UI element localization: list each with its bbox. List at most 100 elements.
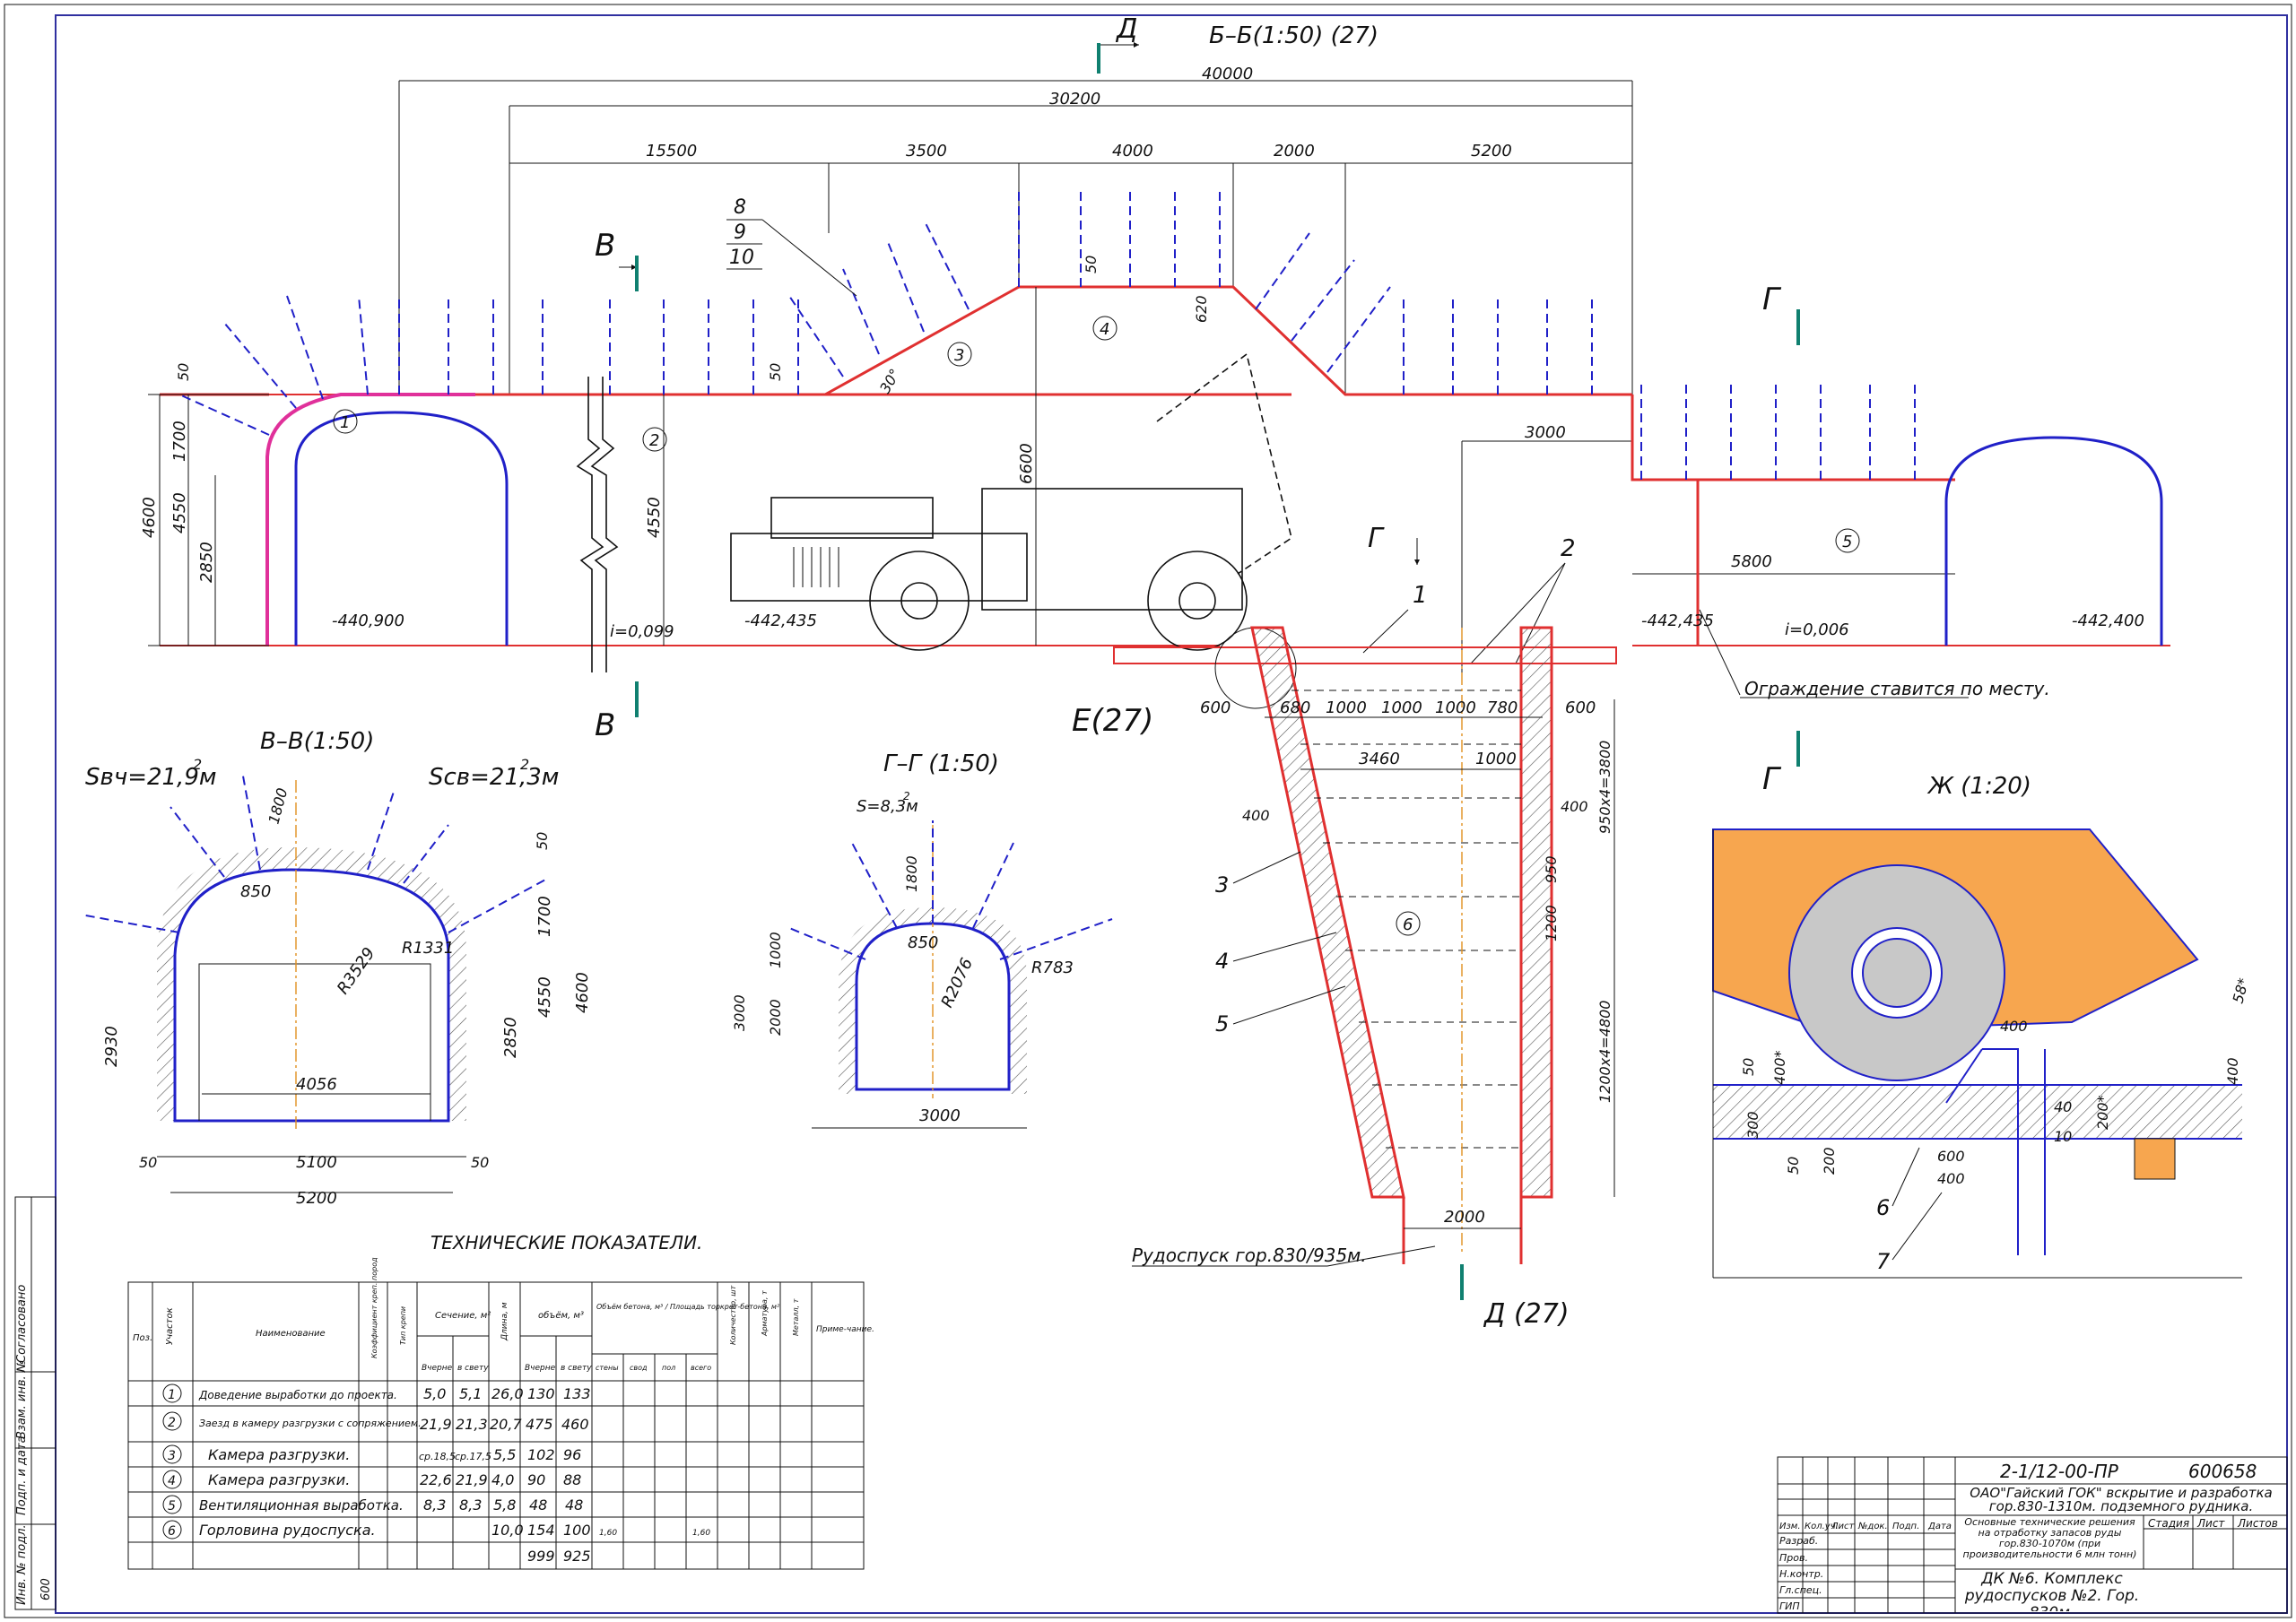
svg-text:200: 200 bbox=[1821, 1147, 1838, 1175]
svg-text:Вчерне: Вчерне bbox=[422, 1364, 453, 1373]
callout-1: 1 bbox=[1413, 582, 1428, 609]
elev-mid: -442,435 bbox=[744, 612, 817, 630]
svg-text:R2076: R2076 bbox=[937, 955, 977, 1010]
svg-text:300: 300 bbox=[1744, 1111, 1761, 1139]
section-vv: В–В(1:50) Sвч=21,9м 2 Sсв=21,3м 2 850 R3… bbox=[80, 728, 592, 1208]
mark-v-top: В bbox=[595, 228, 615, 264]
svg-text:1800: 1800 bbox=[903, 855, 920, 892]
s-clear: Sсв=21,3м bbox=[429, 764, 559, 791]
svg-text:400: 400 bbox=[2224, 1057, 2241, 1085]
svg-text:600: 600 bbox=[1200, 698, 1231, 717]
svg-text:3: 3 bbox=[954, 346, 964, 365]
dim-50-c: 50 bbox=[1083, 256, 1100, 273]
svg-text:в свету: в свету bbox=[561, 1364, 592, 1373]
ore-pass-section: 600 680 1000 1000 1000 780 600 3460 1000… bbox=[1132, 626, 1615, 1330]
svg-text:Длина, м: Длина, м bbox=[500, 1302, 509, 1341]
svg-text:21,9: 21,9 bbox=[456, 1471, 488, 1488]
svg-text:8,3: 8,3 bbox=[423, 1496, 446, 1514]
svg-text:2: 2 bbox=[903, 790, 910, 802]
svg-text:3: 3 bbox=[168, 1449, 176, 1463]
elev-right1: -442,435 bbox=[1641, 612, 1714, 630]
elev-left: -440,900 bbox=[332, 612, 404, 630]
svg-text:5100: 5100 bbox=[296, 1153, 337, 1172]
svg-text:3460: 3460 bbox=[1359, 750, 1400, 768]
ore-pass-note: Рудоспуск гор.830/935м. bbox=[1132, 1245, 1367, 1266]
svg-text:1800: 1800 bbox=[265, 786, 291, 826]
svg-text:3000: 3000 bbox=[919, 1106, 961, 1125]
svg-text:600: 600 bbox=[1565, 698, 1596, 717]
svg-text:200*: 200* bbox=[2094, 1095, 2111, 1130]
svg-text:600: 600 bbox=[1937, 1148, 1965, 1165]
svg-text:90: 90 bbox=[527, 1471, 545, 1488]
svg-text:50: 50 bbox=[534, 832, 551, 850]
leader-6: 6 bbox=[1876, 1195, 1890, 1220]
svg-text:Горловина рудоспуска.: Горловина рудоспуска. bbox=[199, 1522, 376, 1539]
elev-right2: -442,400 bbox=[2072, 612, 2144, 630]
svg-text:Камера разгрузки.: Камера разгрузки. bbox=[208, 1471, 350, 1488]
svg-text:Гл.спец.: Гл.спец. bbox=[1779, 1584, 1822, 1596]
svg-text:2: 2 bbox=[649, 431, 659, 450]
leader-7: 7 bbox=[1876, 1249, 1891, 1274]
tech-table: ТЕХНИЧЕСКИЕ ПОКАЗАТЕЛИ. Поз. Участок Наи… bbox=[127, 1232, 874, 1570]
svg-text:Вчерне: Вчерне bbox=[525, 1364, 556, 1373]
svg-text:925: 925 bbox=[563, 1548, 591, 1565]
svg-text:Разраб.: Разраб. bbox=[1779, 1535, 1818, 1547]
mark-zh: Е(27) bbox=[1072, 703, 1153, 739]
svg-text:50: 50 bbox=[1740, 1058, 1757, 1076]
rock-bolts bbox=[178, 188, 1916, 480]
svg-text:5,8: 5,8 bbox=[493, 1496, 516, 1514]
svg-text:Арматура, т: Арматура, т bbox=[761, 1290, 769, 1337]
svg-text:ср.17,5: ср.17,5 bbox=[455, 1451, 491, 1462]
dim-4800: 1200x4=4800 bbox=[1596, 1001, 1613, 1104]
leader-5: 5 bbox=[1215, 1011, 1229, 1037]
svg-text:4,0: 4,0 bbox=[491, 1471, 514, 1488]
dim-5200: 5200 bbox=[1471, 142, 1512, 160]
cut-mark-d-bottom: Д (27) bbox=[1483, 1298, 1570, 1330]
dim-1200: 1200 bbox=[1543, 905, 1560, 941]
svg-text:5,0: 5,0 bbox=[423, 1385, 446, 1402]
svg-text:Сечение, м²: Сечение, м² bbox=[435, 1311, 491, 1321]
svg-text:8,3: 8,3 bbox=[459, 1496, 482, 1514]
svg-text:1000: 1000 bbox=[1326, 698, 1367, 717]
svg-text:780: 780 bbox=[1487, 698, 1518, 717]
svg-text:50: 50 bbox=[139, 1154, 157, 1171]
svg-text:4056: 4056 bbox=[296, 1075, 337, 1094]
svg-text:Н.контр.: Н.контр. bbox=[1779, 1568, 1823, 1580]
svg-text:Объём бетона, м³ / Площадь тор: Объём бетона, м³ / Площадь торкрет-бетон… bbox=[596, 1303, 780, 1311]
tech-table-heading: ТЕХНИЧЕСКИЕ ПОКАЗАТЕЛИ. bbox=[430, 1232, 702, 1253]
svg-text:Подп. и дата: Подп. и дата bbox=[15, 1436, 29, 1515]
svg-text:Тип крепи: Тип крепи bbox=[399, 1306, 407, 1345]
svg-text:6: 6 bbox=[168, 1524, 176, 1539]
svg-text:4550: 4550 bbox=[535, 976, 554, 1018]
svg-text:Подп.: Подп. bbox=[1892, 1522, 1919, 1531]
slope-left: i=0,099 bbox=[610, 622, 674, 641]
svg-text:Наименование: Наименование bbox=[256, 1329, 326, 1339]
svg-text:96: 96 bbox=[563, 1446, 581, 1463]
svg-text:Металл, т: Металл, т bbox=[792, 1298, 800, 1336]
svg-text:Вентиляционная выработка.: Вентиляционная выработка. bbox=[199, 1497, 404, 1514]
dim-30200: 30200 bbox=[1049, 90, 1100, 108]
table-totals: 999 925 bbox=[527, 1548, 591, 1565]
svg-text:58*: 58* bbox=[2230, 976, 2253, 1005]
dim-2850: 2850 bbox=[197, 542, 216, 583]
table-row-1: 1 Доведение выработки до проекта. 5,0 5,… bbox=[162, 1383, 591, 1403]
svg-text:4600: 4600 bbox=[573, 972, 592, 1013]
legend-stack: 8 9 10 bbox=[726, 196, 857, 297]
detail-zh-title: Ж (1:20) bbox=[1926, 773, 2031, 800]
svg-text:всего: всего bbox=[691, 1364, 711, 1372]
svg-text:22,6: 22,6 bbox=[420, 1471, 452, 1488]
dim-1700: 1700 bbox=[170, 421, 189, 462]
svg-text:9: 9 bbox=[734, 221, 746, 244]
svg-text:10: 10 bbox=[729, 247, 754, 269]
svg-text:1000: 1000 bbox=[1435, 698, 1476, 717]
svg-text:Доведение выработки до проекта: Доведение выработки до проекта. bbox=[198, 1389, 397, 1401]
title-project: ОАО"Гайский ГОК" вскрытие и разработка г… bbox=[1970, 1487, 2273, 1514]
svg-text:21,3: 21,3 bbox=[456, 1416, 488, 1433]
svg-text:400: 400 bbox=[1561, 798, 1588, 815]
svg-text:1,60: 1,60 bbox=[599, 1529, 617, 1538]
dim-3000: 3000 bbox=[1525, 423, 1566, 442]
svg-text:2850: 2850 bbox=[501, 1017, 520, 1058]
angle-30: 30° bbox=[876, 366, 904, 396]
leader-3: 3 bbox=[1215, 872, 1229, 898]
svg-text:R3529: R3529 bbox=[334, 944, 379, 998]
